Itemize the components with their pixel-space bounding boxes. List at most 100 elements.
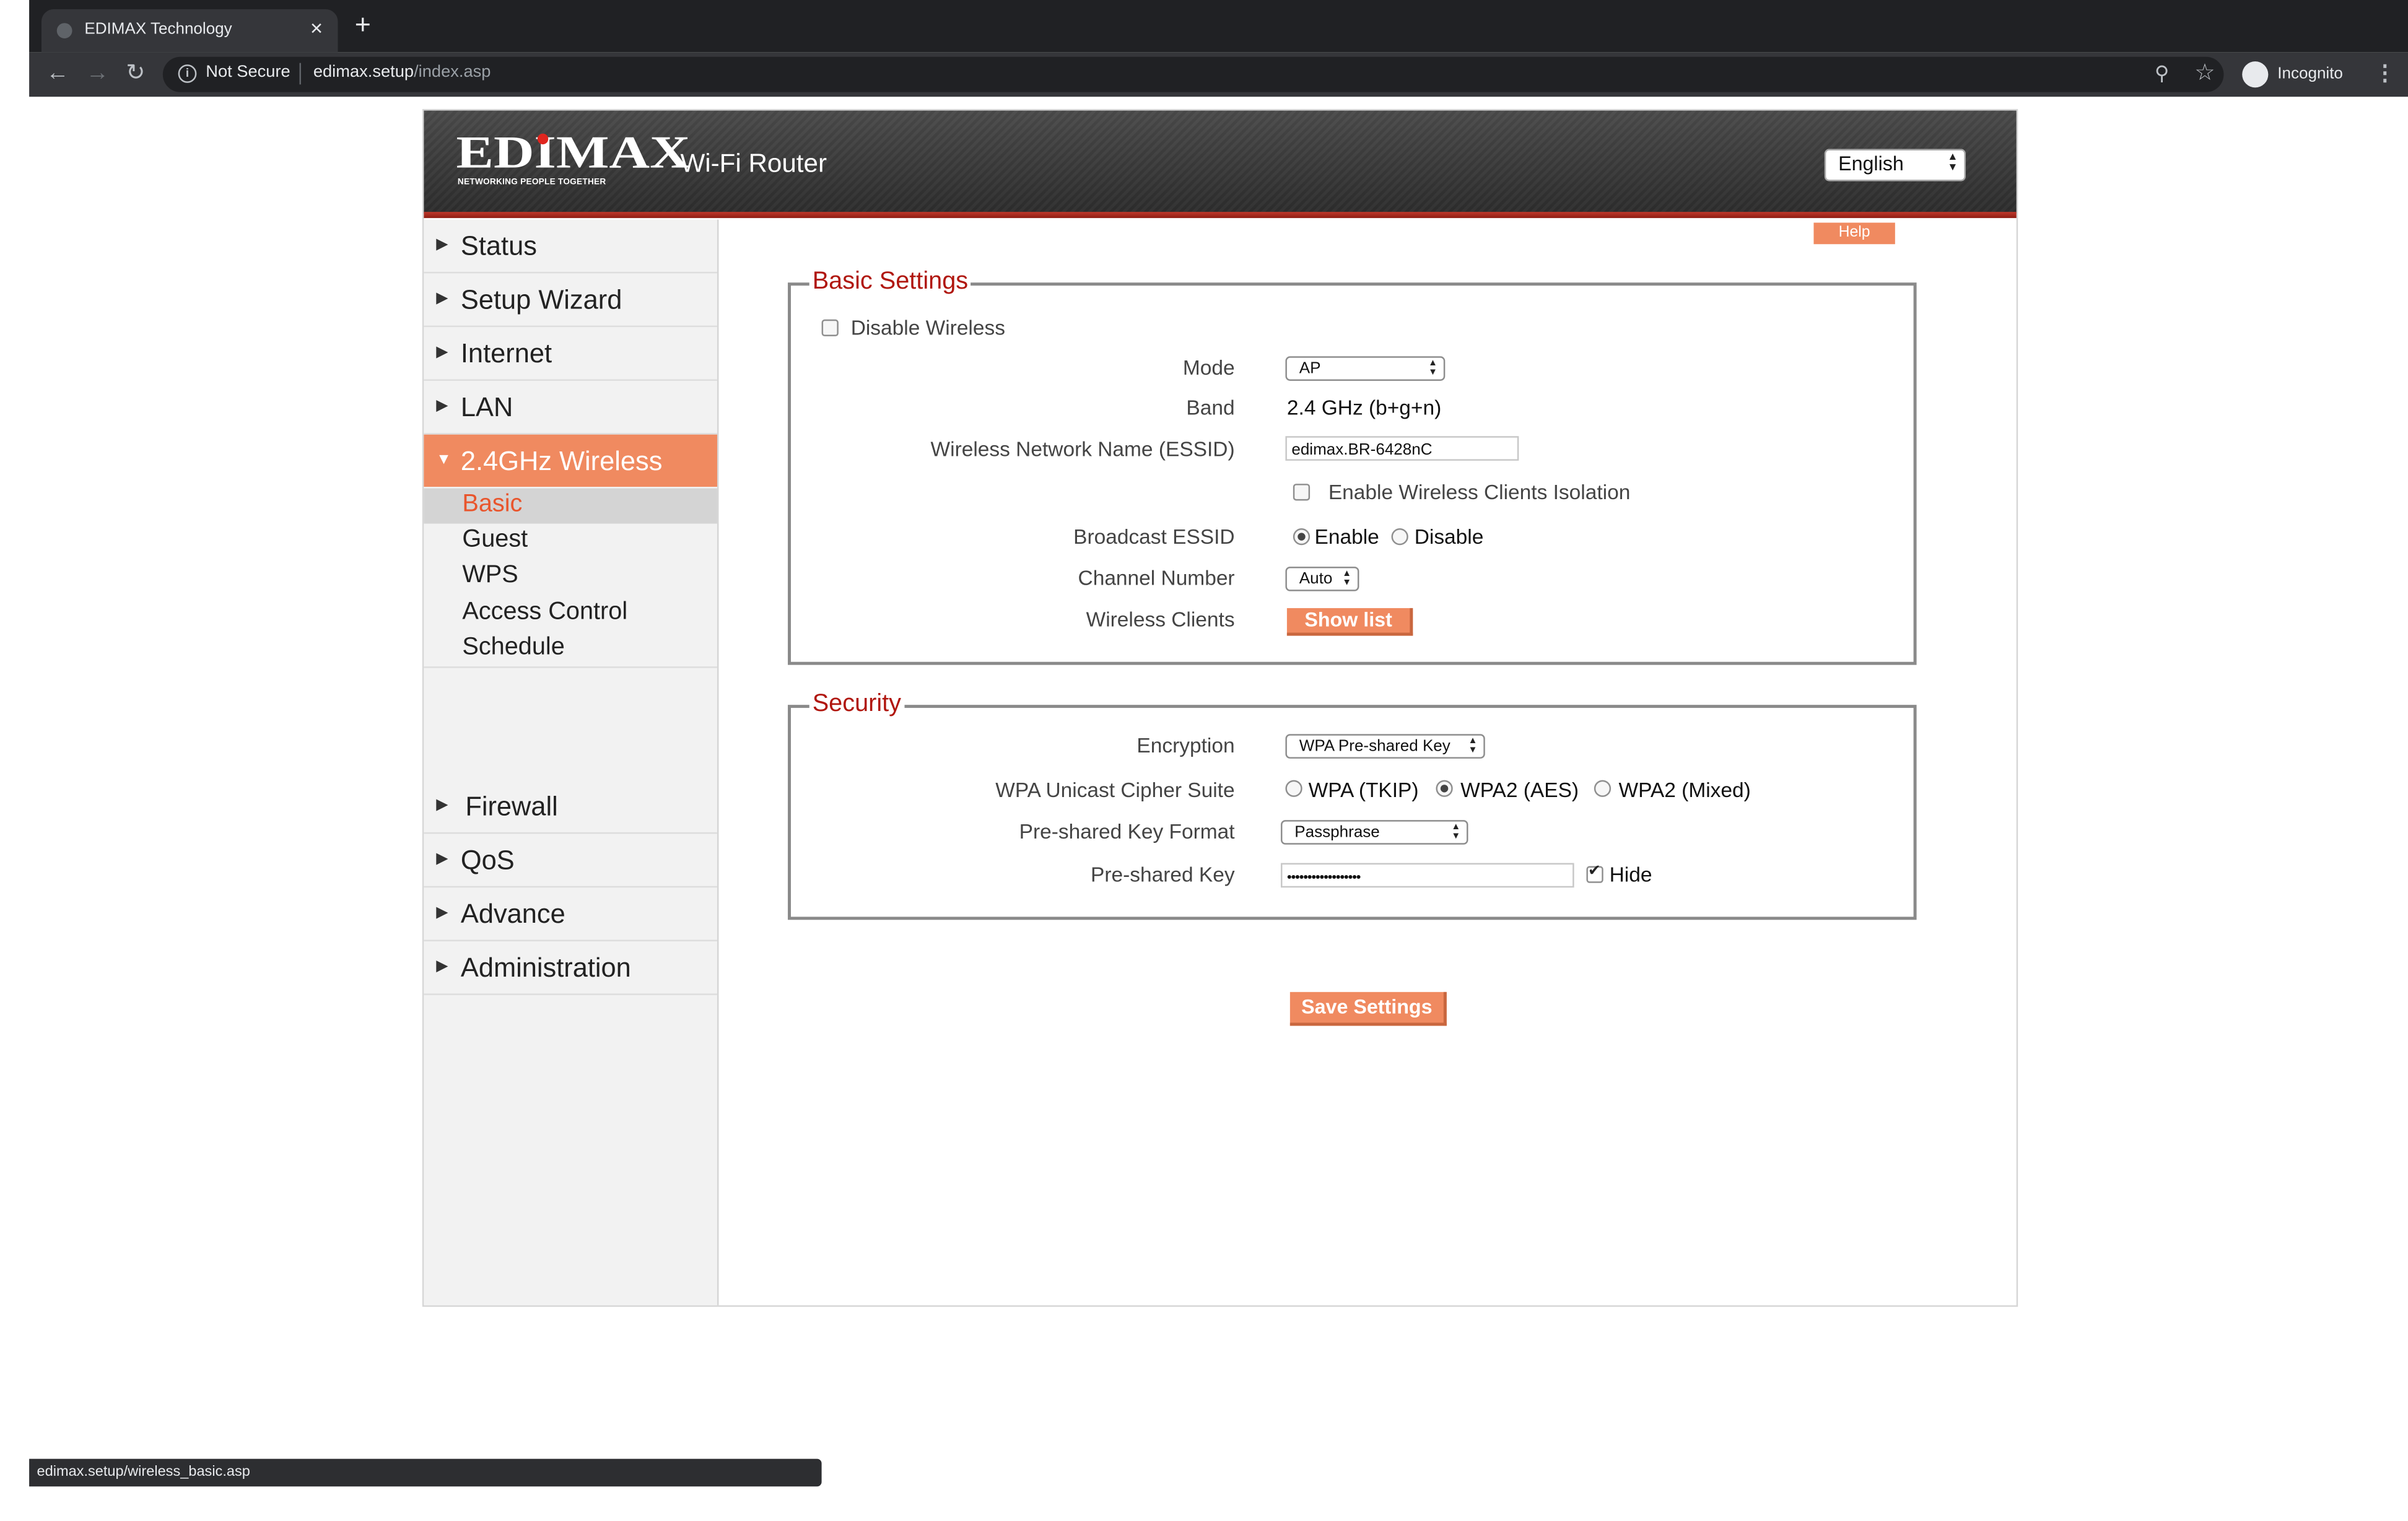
select-arrows-icon: ▲ ▼ — [1428, 359, 1437, 378]
tab-title: EDIMAX Technology — [84, 20, 232, 38]
sidebar-nav: ▶ Status ▶ Setup Wizard ▶ Internet ▶ LAN… — [424, 219, 719, 1305]
url-text[interactable]: edimax.setup/index.asp — [313, 63, 491, 82]
expand-arrow-icon: ▶ — [436, 796, 448, 814]
basic-settings-title: Basic Settings — [809, 268, 972, 297]
channel-select[interactable]: Auto ▲ ▼ — [1285, 566, 1359, 591]
hide-key-checkbox[interactable] — [1586, 863, 1603, 883]
expand-arrow-icon: ▶ — [436, 904, 448, 922]
security-status[interactable]: Not Secure — [206, 63, 290, 82]
mode-value: AP — [1299, 359, 1321, 378]
mode-label: Mode — [1182, 356, 1235, 380]
new-tab-icon[interactable]: + — [355, 11, 371, 38]
expand-arrow-icon: ▶ — [436, 290, 448, 307]
page-header: EDIMAX NETWORKING PEOPLE TOGETHER Wi-Fi … — [424, 110, 2017, 214]
collapse-arrow-icon: ▼ — [436, 451, 452, 469]
cipher-mixed-radio[interactable] — [1594, 780, 1612, 797]
sidebar-subitem-guest[interactable]: Guest — [424, 524, 717, 559]
sidebar-item-label: Setup Wizard — [460, 284, 622, 315]
band-value: 2.4 GHz (b+g+n) — [1286, 396, 1442, 419]
key-format-select[interactable]: Passphrase ▲ ▼ — [1280, 820, 1468, 845]
select-arrows-icon: ▲ ▼ — [1451, 823, 1461, 842]
broadcast-enable-radio[interactable] — [1293, 528, 1311, 546]
back-icon[interactable]: ← — [46, 60, 69, 88]
sidebar-item-label: Firewall — [465, 790, 558, 822]
encryption-label: Encryption — [1136, 734, 1235, 757]
close-tab-icon[interactable]: × — [310, 15, 323, 40]
help-button[interactable]: Help — [1813, 222, 1895, 245]
globe-icon — [56, 23, 72, 38]
sidebar-item-status[interactable]: ▶ Status — [424, 220, 717, 274]
logo-red-dot — [537, 133, 549, 145]
browser-tab-strip — [29, 0, 2408, 53]
sidebar-subitem-basic[interactable]: Basic — [424, 488, 717, 524]
product-name: Wi-Fi Router — [680, 149, 827, 178]
security-title: Security — [809, 691, 904, 719]
expand-arrow-icon: ▶ — [436, 398, 448, 415]
sidebar-subitem-wps[interactable]: WPS — [424, 559, 717, 595]
language-select[interactable]: English ▲ ▼ — [1824, 149, 1966, 181]
sidebar-item-label: Advance — [460, 898, 565, 930]
disable-wireless-checkbox[interactable] — [821, 319, 839, 337]
select-arrows-icon: ▲ ▼ — [1947, 152, 1958, 173]
cipher-aes-label: WPA2 (AES) — [1460, 778, 1579, 802]
cipher-tkip-radio[interactable] — [1285, 780, 1302, 797]
browser-menu-icon[interactable]: ⋮ — [2374, 60, 2396, 86]
incognito-icon[interactable] — [2242, 61, 2269, 88]
url-path: /index.asp — [414, 63, 491, 82]
address-bar[interactable]: i Not Secure edimax.setup/index.asp — [162, 56, 2224, 92]
channel-label: Channel Number — [1078, 566, 1235, 590]
pre-shared-key-input[interactable]: •••••••••••••••••• — [1280, 863, 1574, 888]
cipher-suite-label: WPA Unicast Cipher Suite — [995, 778, 1235, 802]
bookmark-star-icon[interactable]: ☆ — [2194, 58, 2215, 86]
sidebar-item-firewall[interactable]: ▶ Firewall — [424, 780, 717, 834]
sidebar-subitem-access-control[interactable]: Access Control — [424, 596, 717, 631]
sidebar-item-label: Administration — [460, 952, 631, 983]
channel-value: Auto — [1299, 569, 1333, 588]
essid-input[interactable]: edimax.BR-6428nC — [1285, 436, 1519, 461]
sidebar-subitem-label: Basic — [462, 491, 523, 518]
zoom-icon[interactable]: ⚲ — [2155, 61, 2170, 86]
broadcast-enable-label: Enable — [1314, 525, 1379, 549]
url-divider — [299, 63, 302, 85]
broadcast-essid-label: Broadcast ESSID — [1073, 525, 1235, 549]
key-format-label: Pre-shared Key Format — [1019, 820, 1235, 843]
encryption-select[interactable]: WPA Pre-shared Key ▲ ▼ — [1285, 734, 1485, 759]
save-settings-button[interactable]: Save Settings — [1289, 991, 1447, 1026]
sidebar-item-setup-wizard[interactable]: ▶ Setup Wizard — [424, 273, 717, 328]
sidebar-item-wireless[interactable]: ▼ 2.4GHz Wireless — [424, 434, 717, 487]
header-red-stripe — [424, 212, 2017, 219]
key-format-value: Passphrase — [1294, 823, 1380, 842]
router-admin-page: EDIMAX NETWORKING PEOPLE TOGETHER Wi-Fi … — [422, 109, 2018, 1307]
sidebar-item-advance[interactable]: ▶ Advance — [424, 887, 717, 941]
incognito-label[interactable]: Incognito — [2277, 64, 2343, 83]
client-isolation-label: Enable Wireless Clients Isolation — [1328, 481, 1631, 504]
reload-icon[interactable]: ↻ — [126, 60, 145, 88]
link-status-bar: edimax.setup/wireless_basic.asp — [29, 1458, 822, 1487]
broadcast-disable-radio[interactable] — [1391, 528, 1408, 546]
expand-arrow-icon: ▶ — [436, 236, 448, 254]
cipher-aes-radio[interactable] — [1436, 780, 1453, 797]
client-isolation-checkbox[interactable] — [1293, 484, 1311, 501]
expand-arrow-icon: ▶ — [436, 958, 448, 975]
sidebar-item-internet[interactable]: ▶ Internet — [424, 327, 717, 381]
sidebar-item-label: 2.4GHz Wireless — [460, 445, 663, 476]
logo-tagline: NETWORKING PEOPLE TOGETHER — [457, 178, 606, 188]
expand-arrow-icon: ▶ — [436, 850, 448, 868]
sidebar-subitem-label: Access Control — [462, 599, 628, 625]
show-list-button[interactable]: Show list — [1286, 608, 1413, 636]
cipher-tkip-label: WPA (TKIP) — [1308, 778, 1419, 802]
forward-icon[interactable]: → — [86, 60, 109, 88]
select-arrows-icon: ▲ ▼ — [1342, 569, 1352, 588]
broadcast-disable-label: Disable — [1414, 525, 1484, 549]
expand-arrow-icon: ▶ — [436, 344, 448, 361]
sidebar-subitem-schedule[interactable]: Schedule — [424, 631, 717, 668]
sidebar-item-administration[interactable]: ▶ Administration — [424, 941, 717, 995]
sidebar-item-label: Status — [460, 230, 537, 261]
info-icon[interactable]: i — [178, 64, 197, 83]
url-host: edimax.setup — [313, 63, 414, 82]
sidebar-item-lan[interactable]: ▶ LAN — [424, 381, 717, 435]
mode-select[interactable]: AP ▲ ▼ — [1285, 356, 1446, 381]
sidebar-item-label: LAN — [460, 391, 513, 422]
browser-tab[interactable]: EDIMAX Technology × — [41, 9, 338, 53]
sidebar-item-qos[interactable]: ▶ QoS — [424, 834, 717, 888]
